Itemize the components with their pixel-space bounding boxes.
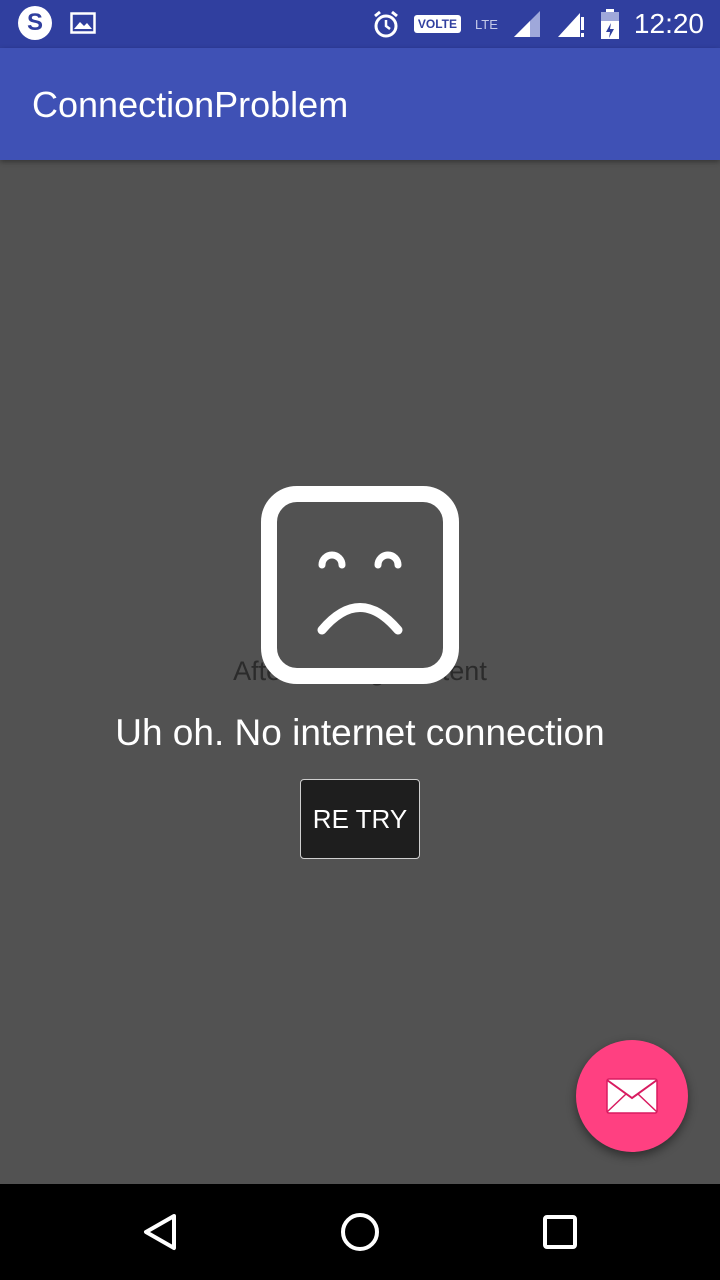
skype-icon: S <box>18 6 52 40</box>
mail-fab-button[interactable] <box>576 1040 688 1152</box>
signal-alert-icon <box>557 13 584 37</box>
signal-icon <box>513 11 540 37</box>
status-clock: 12:20 <box>633 8 704 39</box>
app-bar: ConnectionProblem <box>0 48 720 160</box>
app-title: ConnectionProblem <box>32 84 349 125</box>
sad-face-icon <box>261 486 459 684</box>
no-connection-message: Uh oh. No internet connection <box>115 712 605 753</box>
back-icon[interactable] <box>136 1208 184 1256</box>
alarm-icon <box>373 10 398 38</box>
mail-icon <box>606 1078 658 1114</box>
navigation-bar <box>0 1184 720 1280</box>
image-icon <box>70 12 96 34</box>
status-bar: S VOLTE LTE 12:20 <box>0 0 720 48</box>
status-bar-right: VOLTE LTE 12:20 <box>372 0 704 48</box>
home-icon[interactable] <box>336 1208 384 1256</box>
battery-charging-icon <box>600 9 619 39</box>
recents-icon[interactable] <box>536 1208 584 1256</box>
status-bar-left: S <box>18 6 96 40</box>
main-content: After loading Content Uh oh. No internet… <box>0 160 720 1184</box>
volte-icon: VOLTE <box>413 15 462 33</box>
retry-button[interactable]: RE TRY <box>300 779 420 859</box>
lte-icon: LTE <box>475 16 498 32</box>
